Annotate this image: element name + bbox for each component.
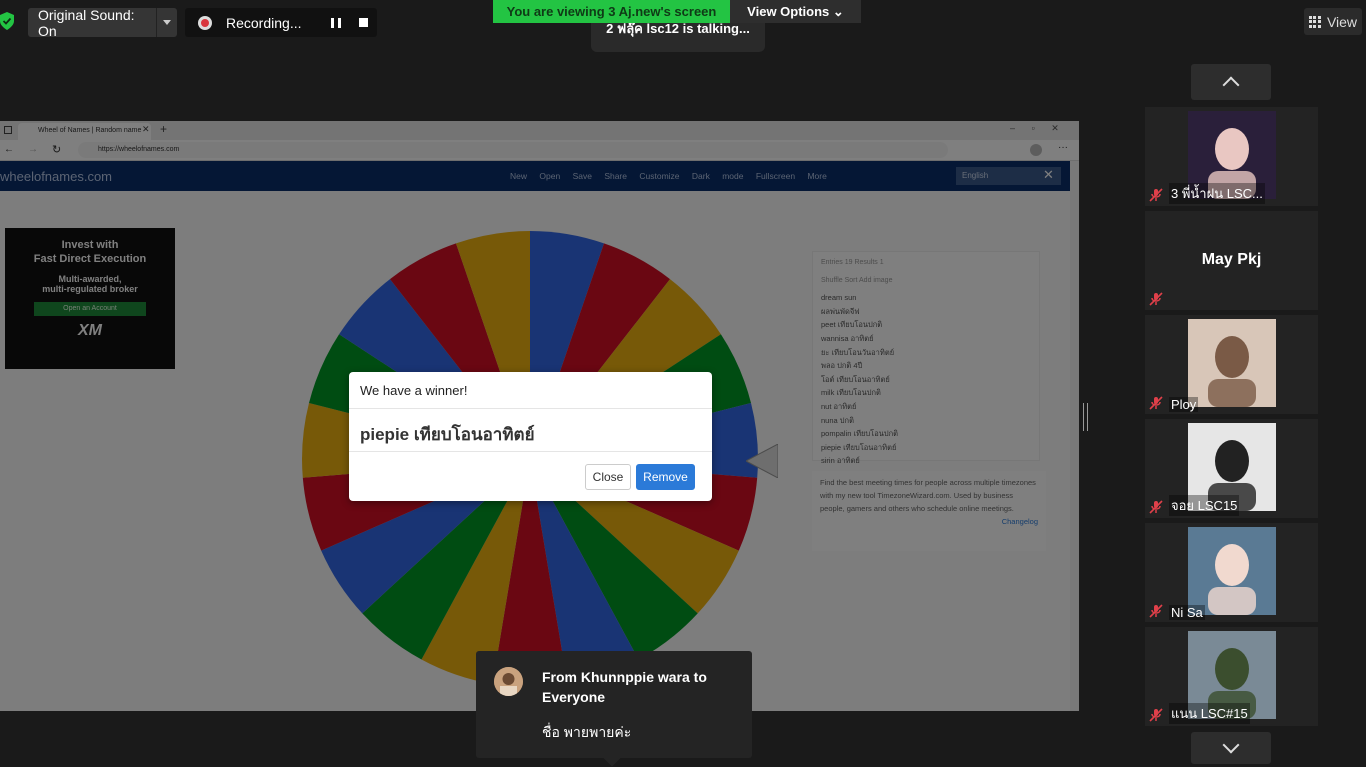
- scroll-up-button[interactable]: [1191, 64, 1271, 100]
- participant-tile[interactable]: 3 พี่น้ำฝน LSC...: [1145, 107, 1318, 206]
- winner-dialog: We have a winner! piepie เทียบโอนอาทิตย์…: [349, 372, 712, 501]
- chevron-up-icon: [1222, 76, 1240, 94]
- view-options-button[interactable]: View Options ⌄: [730, 0, 861, 23]
- chevron-down-icon: ⌄: [832, 4, 844, 19]
- pause-recording-icon[interactable]: [331, 18, 341, 28]
- participant-name: May Pkj: [1201, 251, 1262, 268]
- participant-tile[interactable]: Ploy: [1145, 315, 1318, 414]
- stop-recording-icon[interactable]: [359, 18, 368, 27]
- participant-tile[interactable]: May Pkj: [1145, 211, 1318, 310]
- muted-mic-icon: [1149, 604, 1163, 618]
- dialog-title: We have a winner!: [349, 372, 712, 409]
- winner-name: piepie เทียบโอนอาทิตย์: [349, 409, 712, 452]
- view-options-label[interactable]: View Options: [747, 4, 829, 19]
- chat-sender: From Khunnppie wara to Everyone: [542, 669, 707, 705]
- participant-tile[interactable]: แนน LSC#15: [1145, 627, 1318, 726]
- participant-name: 3 พี่น้ำฝน LSC...: [1169, 183, 1265, 204]
- participant-tile[interactable]: Ni Sa: [1145, 523, 1318, 622]
- close-button[interactable]: Close: [585, 464, 631, 490]
- participant-name: แนน LSC#15: [1169, 703, 1250, 724]
- participant-name: Ploy: [1169, 397, 1199, 412]
- scroll-down-button[interactable]: [1191, 732, 1271, 764]
- original-sound-toggle[interactable]: Original Sound: On: [28, 7, 177, 39]
- recording-indicator: Recording...: [185, 8, 377, 37]
- muted-mic-icon: [1149, 396, 1163, 410]
- remove-button[interactable]: Remove: [636, 464, 695, 490]
- participant-name: จอย LSC15: [1169, 495, 1240, 516]
- muted-mic-icon: [1149, 292, 1163, 306]
- chat-message: ชื่อ พายพายค่ะ: [542, 724, 632, 740]
- participant-video: [1188, 527, 1276, 615]
- avatar: [494, 667, 523, 696]
- security-shield-icon[interactable]: [0, 12, 14, 30]
- muted-mic-icon: [1149, 188, 1163, 202]
- participant-video: [1188, 319, 1276, 407]
- muted-mic-icon: [1149, 500, 1163, 514]
- original-sound-label[interactable]: Original Sound: On: [28, 7, 156, 39]
- view-label[interactable]: View: [1327, 14, 1357, 30]
- split-drag-handle[interactable]: [1083, 403, 1088, 431]
- grid-icon: [1308, 15, 1321, 28]
- chevron-down-icon[interactable]: [156, 8, 176, 37]
- participant-name: Ni Sa: [1169, 605, 1205, 620]
- recording-label: Recording...: [226, 14, 302, 31]
- record-icon: [198, 15, 212, 30]
- view-button[interactable]: View: [1304, 8, 1362, 35]
- viewing-banner: You are viewing 3 Aj.new's screen: [493, 0, 730, 23]
- chevron-down-icon: [1222, 736, 1240, 754]
- chat-notification[interactable]: From Khunnppie wara to Everyone ชื่อ พาย…: [476, 651, 752, 767]
- muted-mic-icon: [1149, 708, 1163, 722]
- participant-tile[interactable]: จอย LSC15: [1145, 419, 1318, 518]
